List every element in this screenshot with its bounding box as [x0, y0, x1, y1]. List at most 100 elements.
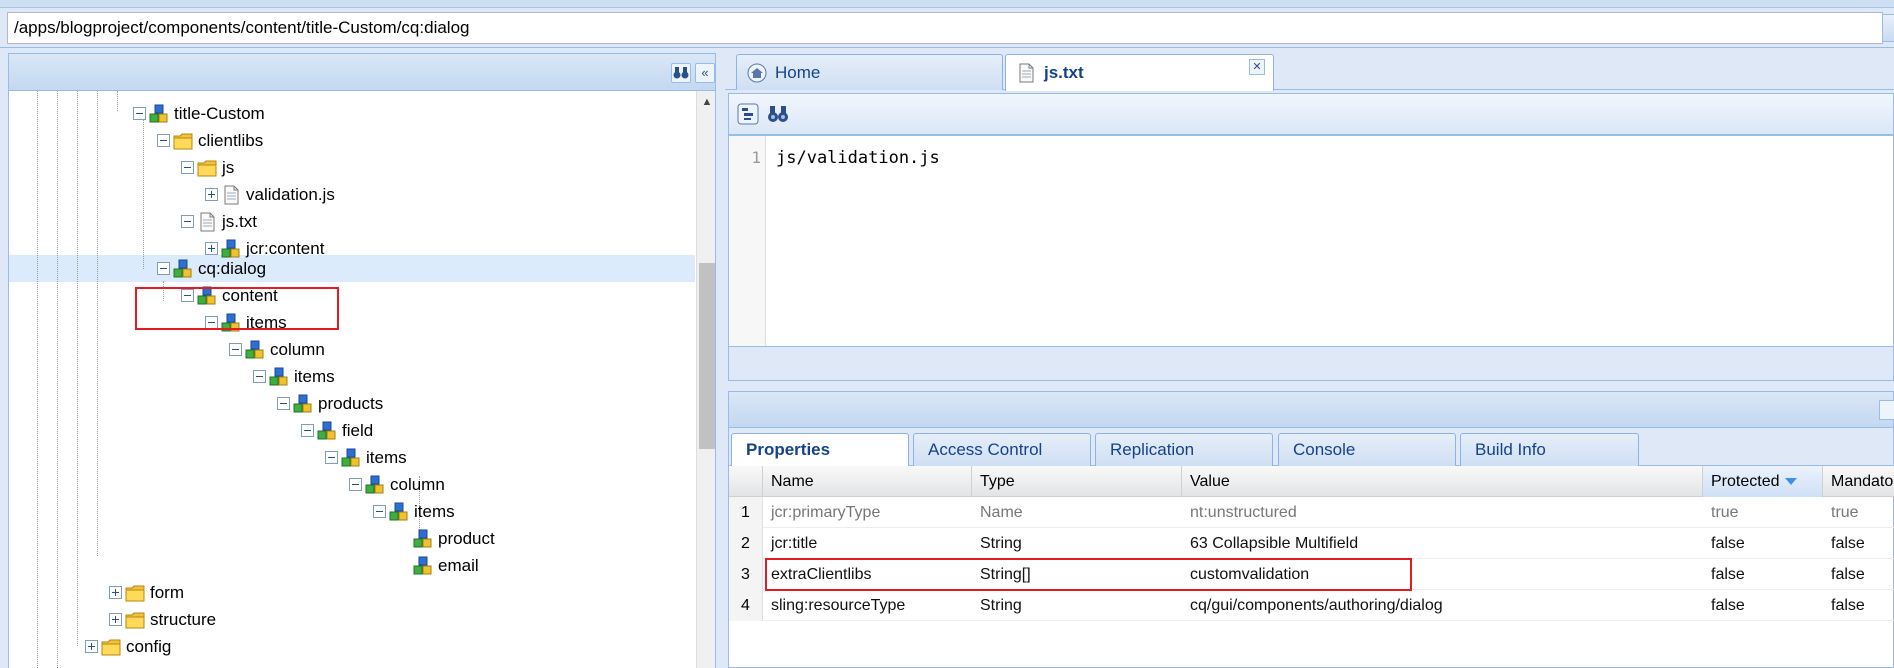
expand-toggle[interactable] [109, 586, 122, 599]
tree-panel-header: « [8, 53, 716, 91]
collapse-toggle[interactable] [181, 289, 194, 302]
component-node-icon [341, 448, 361, 468]
tab-properties[interactable]: Properties [731, 433, 909, 467]
tree-node-email[interactable]: email [397, 552, 479, 579]
tree-node-structure[interactable]: structure [109, 606, 216, 633]
collapse-toggle[interactable] [181, 161, 194, 174]
folder-icon [101, 637, 121, 657]
collapse-panel-icon[interactable]: « [695, 63, 715, 83]
column-header-type[interactable]: Type [972, 466, 1182, 497]
tab-js-txt[interactable]: js.txt ✕ [1005, 54, 1274, 91]
column-header-protected[interactable]: Protected [1703, 466, 1823, 497]
component-node-icon [293, 394, 313, 414]
row-number: 2 [729, 528, 763, 559]
tree-guide-line [143, 113, 144, 269]
tab-build-info[interactable]: Build Info [1460, 433, 1639, 466]
collapse-toggle[interactable] [349, 478, 362, 491]
table-row[interactable]: 3 extraClientlibs String[] customvalidat… [729, 559, 1894, 590]
tree-node-js-txt[interactable]: js.txt [181, 208, 257, 235]
property-value[interactable]: cq/gui/components/authoring/dialog [1182, 590, 1703, 621]
collapse-toggle[interactable] [277, 397, 290, 410]
sort-descending-icon [1785, 478, 1798, 486]
selected-row-highlight [9, 255, 695, 282]
tree-node-products[interactable]: products [277, 390, 383, 417]
binoculars-icon[interactable] [671, 63, 691, 83]
tab-console[interactable]: Console [1278, 433, 1456, 466]
tree-scrollbar[interactable]: ▲ [696, 91, 715, 668]
row-number: 1 [729, 497, 763, 528]
collapse-toggle[interactable] [301, 424, 314, 437]
collapse-toggle[interactable] [181, 215, 194, 228]
component-node-icon [173, 259, 193, 279]
format-code-icon[interactable] [737, 103, 759, 125]
column-header-mandatory[interactable]: Mandato [1823, 466, 1894, 497]
tab-home[interactable]: Home [736, 54, 1003, 90]
property-protected: false [1711, 535, 1745, 552]
scrollbar-thumb[interactable] [699, 263, 715, 449]
code-line[interactable]: js/validation.js [776, 148, 940, 168]
tree-node-validation-js[interactable]: validation.js [205, 181, 335, 208]
folder-icon [173, 131, 193, 151]
property-mandatory: false [1831, 535, 1865, 552]
collapse-toggle[interactable] [157, 262, 170, 275]
property-mandatory: true [1831, 504, 1859, 521]
address-bar [0, 0, 1894, 48]
file-icon [221, 185, 241, 205]
tree-node-items[interactable]: items [325, 444, 407, 471]
column-header-name[interactable]: Name [763, 466, 972, 497]
collapse-toggle[interactable] [373, 505, 386, 518]
collapse-toggle[interactable] [253, 370, 266, 383]
tree-node-field[interactable]: field [301, 417, 373, 444]
tree-node-clientlibs[interactable]: clientlibs [157, 127, 263, 154]
component-node-icon [269, 367, 289, 387]
close-icon[interactable]: ✕ [1249, 59, 1265, 75]
expand-toggle[interactable] [85, 640, 98, 653]
property-protected: false [1711, 566, 1745, 583]
folder-icon [197, 158, 217, 178]
table-row[interactable]: 4 sling:resourceType String cq/gui/compo… [729, 590, 1894, 621]
tree-node-form[interactable]: form [109, 579, 184, 606]
expand-toggle[interactable] [205, 188, 218, 201]
collapse-toggle[interactable] [205, 316, 218, 329]
code-editor[interactable]: 1 js/validation.js [728, 135, 1894, 347]
path-input[interactable] [7, 12, 1883, 44]
tree-node-content[interactable]: content [181, 282, 278, 309]
panel-tool-button[interactable] [1879, 400, 1894, 420]
tree-node-column[interactable]: column [229, 336, 325, 363]
collapse-toggle[interactable] [229, 343, 242, 356]
properties-panel: Properties Access Control Replication Co… [728, 391, 1894, 668]
properties-panel-header [729, 392, 1894, 428]
tree-node-column[interactable]: column [349, 471, 445, 498]
collapse-toggle[interactable] [325, 451, 338, 464]
table-row[interactable]: 2 jcr:title String 63 Collapsible Multif… [729, 528, 1894, 559]
tree-node-config[interactable]: config [85, 633, 171, 660]
properties-tab-strip: Properties Access Control Replication Co… [729, 428, 1893, 467]
tree-guide-line [37, 91, 38, 668]
table-row[interactable]: 1 jcr:primaryType Name nt:unstructured t… [729, 497, 1894, 528]
tab-replication[interactable]: Replication [1095, 433, 1273, 466]
tree-node-items[interactable]: items [205, 309, 287, 336]
tree-node-product[interactable]: product [397, 525, 495, 552]
tree-node-items[interactable]: items [373, 498, 455, 525]
path-go-button[interactable] [1882, 14, 1894, 42]
tree-node-cq-dialog[interactable]: cq:dialog [157, 255, 266, 282]
column-header-value[interactable]: Value [1182, 466, 1703, 497]
repository-tree-panel: « title-Custom clientlibs js validation.… [0, 48, 725, 668]
repository-tree: title-Custom clientlibs js validation.js… [8, 91, 716, 668]
tree-node-items[interactable]: items [253, 363, 335, 390]
tree-node-js-folder[interactable]: js [181, 154, 234, 181]
expand-toggle[interactable] [109, 613, 122, 626]
binoculars-icon[interactable] [767, 103, 789, 125]
home-icon [747, 63, 767, 82]
grid-header-row: Name Type Value Protected Mandato [729, 466, 1894, 497]
scroll-up-arrow-icon[interactable]: ▲ [697, 91, 715, 113]
property-value[interactable]: 63 Collapsible Multifield [1182, 528, 1703, 559]
folder-icon [125, 610, 145, 630]
line-number-gutter: 1 [729, 136, 766, 346]
property-value[interactable]: customvalidation [1182, 559, 1703, 590]
collapse-toggle[interactable] [133, 107, 146, 120]
tree-node-title-custom[interactable]: title-Custom [133, 100, 265, 127]
collapse-toggle[interactable] [157, 134, 170, 147]
tab-access-control[interactable]: Access Control [913, 433, 1091, 466]
expand-toggle[interactable] [205, 242, 218, 255]
